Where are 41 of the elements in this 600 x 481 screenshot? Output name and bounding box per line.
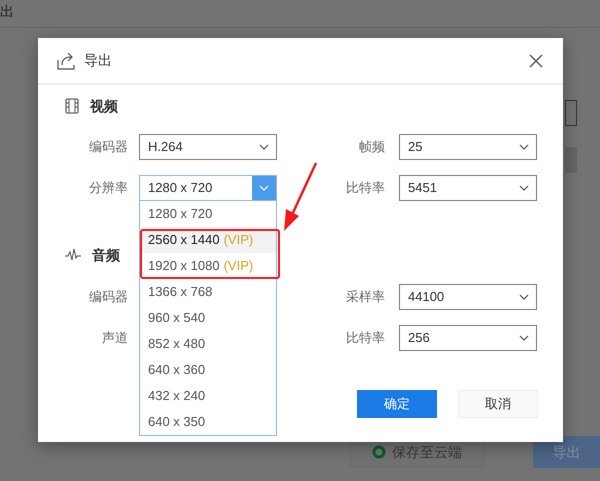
confirm-button[interactable]: 确定 [357,390,437,418]
field-label: 分辨率 [88,179,128,198]
chevron-down-icon [259,185,269,191]
share-icon [56,50,76,70]
select-field[interactable]: 5451 [399,175,537,201]
field-label: 声道 [101,329,128,348]
waveform-icon [65,248,81,262]
dialog-title: 导出 [84,51,112,70]
chevron-down-icon [259,144,269,150]
close-button[interactable] [529,52,545,68]
dropdown-option[interactable]: 1920 x 1080 (VIP) [140,253,276,279]
cancel-button[interactable]: 取消 [458,390,538,418]
field-label: 比特率 [345,329,385,348]
section-title: 音频 [92,246,120,264]
close-icon [529,54,543,68]
chevron-down-icon [519,294,529,300]
page-title: 出 [0,2,14,21]
dropdown-option[interactable]: 852 x 480 [140,331,276,357]
field-label: 采样率 [345,288,385,306]
film-icon [65,98,79,114]
dropdown-option[interactable]: 640 x 360 [140,357,276,383]
dropdown-option[interactable]: 960 x 540 [140,305,276,331]
radio-icon [372,445,386,459]
select-field[interactable]: 256 [399,325,537,351]
dropdown-option[interactable]: 1280 x 720 [140,201,276,227]
field-label: 编码器 [88,288,128,306]
field-label: 比特率 [345,179,385,198]
field-label: 编码器 [88,138,128,156]
dropdown-option[interactable]: 1366 x 768 [140,279,276,305]
dropdown-option[interactable]: 2560 x 1440 (VIP) [140,227,276,253]
dropdown-option[interactable]: 640 x 350 [140,409,276,435]
section-title: 视频 [90,96,118,116]
select-field[interactable]: 25 [399,134,537,160]
field-label: 帧频 [358,138,385,156]
select-field[interactable]: 44100 [399,284,537,310]
chevron-down-icon [519,185,529,191]
select-field[interactable]: 1280 x 720 [139,175,277,201]
chevron-down-icon [519,335,529,341]
chevron-down-icon [519,144,529,150]
dropdown-option[interactable]: 432 x 240 [140,383,276,409]
select-field[interactable]: H.264 [139,134,277,160]
